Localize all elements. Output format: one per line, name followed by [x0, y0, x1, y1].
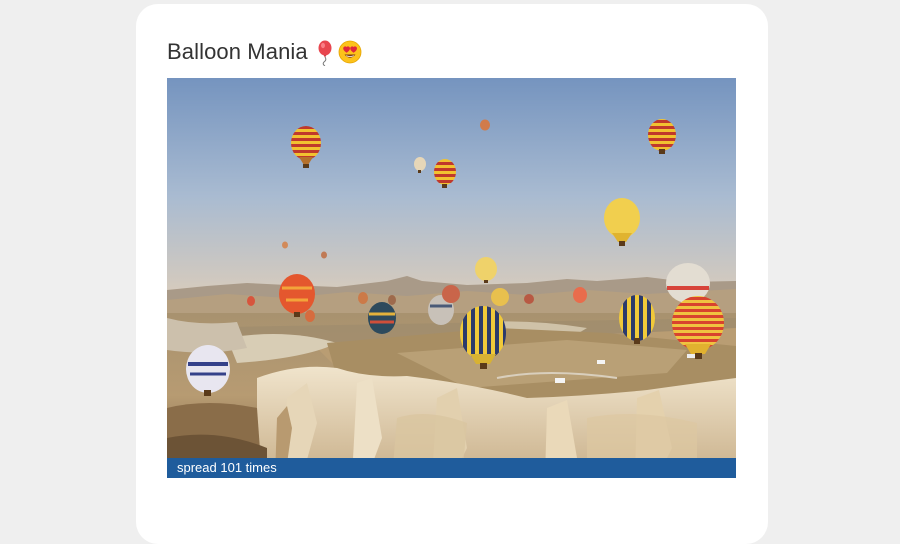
post-title-text: Balloon Mania [167, 39, 308, 64]
balloon-emoji-icon [316, 40, 336, 67]
balloon-14 [368, 302, 396, 334]
post-title: Balloon Mania [167, 37, 364, 67]
spread-count-bar: spread 101 times [167, 458, 736, 478]
balloon-photo[interactable] [167, 78, 736, 478]
heart-eyes-emoji-icon [338, 40, 362, 64]
balloon-4 [480, 119, 490, 131]
spread-count-text: spread 101 times [177, 460, 277, 475]
post-card: Balloon Mania spread 101 times [136, 4, 768, 544]
